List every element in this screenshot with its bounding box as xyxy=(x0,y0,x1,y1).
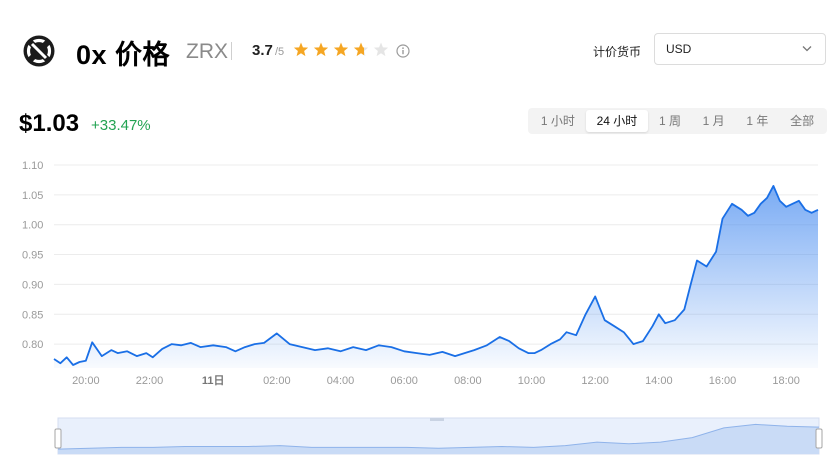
x-tick-label: 06:00 xyxy=(390,375,418,387)
coin-title: 0x 价格 xyxy=(76,40,171,70)
info-circle-icon[interactable] xyxy=(396,44,410,58)
rating-value: 3.7 xyxy=(252,42,273,59)
title-divider xyxy=(231,42,232,60)
tab-1h[interactable]: 1 小时 xyxy=(530,110,586,132)
current-price: $1.03 xyxy=(19,110,80,137)
x-tick-label: 10:00 xyxy=(518,375,546,387)
tab-all[interactable]: 全部 xyxy=(779,110,825,132)
y-tick-label: 0.90 xyxy=(22,279,43,291)
price-change: +33.47% xyxy=(91,117,151,134)
x-tick-label: 02:00 xyxy=(263,375,291,387)
x-tick-label: 11日 xyxy=(202,374,225,387)
navigator-scroll-grip[interactable] xyxy=(430,418,444,421)
star-icon xyxy=(333,42,349,57)
y-tick-label: 0.85 xyxy=(22,309,43,321)
x-tick-label: 16:00 xyxy=(709,375,737,387)
x-tick-label: 18:00 xyxy=(772,375,800,387)
x-tick-label: 20:00 xyxy=(72,375,100,387)
x-tick-label: 08:00 xyxy=(454,375,482,387)
star-icon xyxy=(353,42,369,57)
rating-max: /5 xyxy=(275,46,285,58)
x-tick-label: 14:00 xyxy=(645,375,673,387)
star-icon xyxy=(373,42,389,57)
tab-1w[interactable]: 1 周 xyxy=(648,110,692,132)
x-tick-label: 12:00 xyxy=(581,375,609,387)
x-tick-label: 04:00 xyxy=(327,375,355,387)
currency-select[interactable]: USD xyxy=(654,33,826,65)
tab-1y[interactable]: 1 年 xyxy=(736,110,780,132)
y-tick-label: 1.10 xyxy=(22,160,43,172)
0x-logo-icon xyxy=(23,35,55,67)
navigator-right-handle[interactable] xyxy=(815,428,823,449)
price-area xyxy=(54,185,818,368)
y-tick-label: 1.00 xyxy=(22,220,43,232)
coin-symbol: ZRX xyxy=(186,40,228,63)
navigator-left-handle[interactable] xyxy=(54,428,62,449)
x-tick-label: 22:00 xyxy=(136,375,164,387)
currency-selected-value: USD xyxy=(666,42,692,56)
rating-stars xyxy=(293,42,389,57)
tab-1m[interactable]: 1 月 xyxy=(692,110,736,132)
y-tick-label: 0.95 xyxy=(22,250,43,262)
currency-label: 计价货币 xyxy=(593,45,642,59)
time-range-tabs: 1 小时 24 小时 1 周 1 月 1 年 全部 xyxy=(528,108,827,134)
y-tick-label: 0.80 xyxy=(22,339,43,351)
y-tick-label: 1.05 xyxy=(22,190,43,202)
chevron-down-icon xyxy=(802,46,812,52)
star-icon xyxy=(293,42,309,57)
tab-24h[interactable]: 24 小时 xyxy=(585,110,649,132)
star-icon xyxy=(313,42,329,57)
price-chart: 0.80 0.85 0.90 0.95 1.00 1.05 1.10 20:00 22:00 11… xyxy=(22,160,823,455)
